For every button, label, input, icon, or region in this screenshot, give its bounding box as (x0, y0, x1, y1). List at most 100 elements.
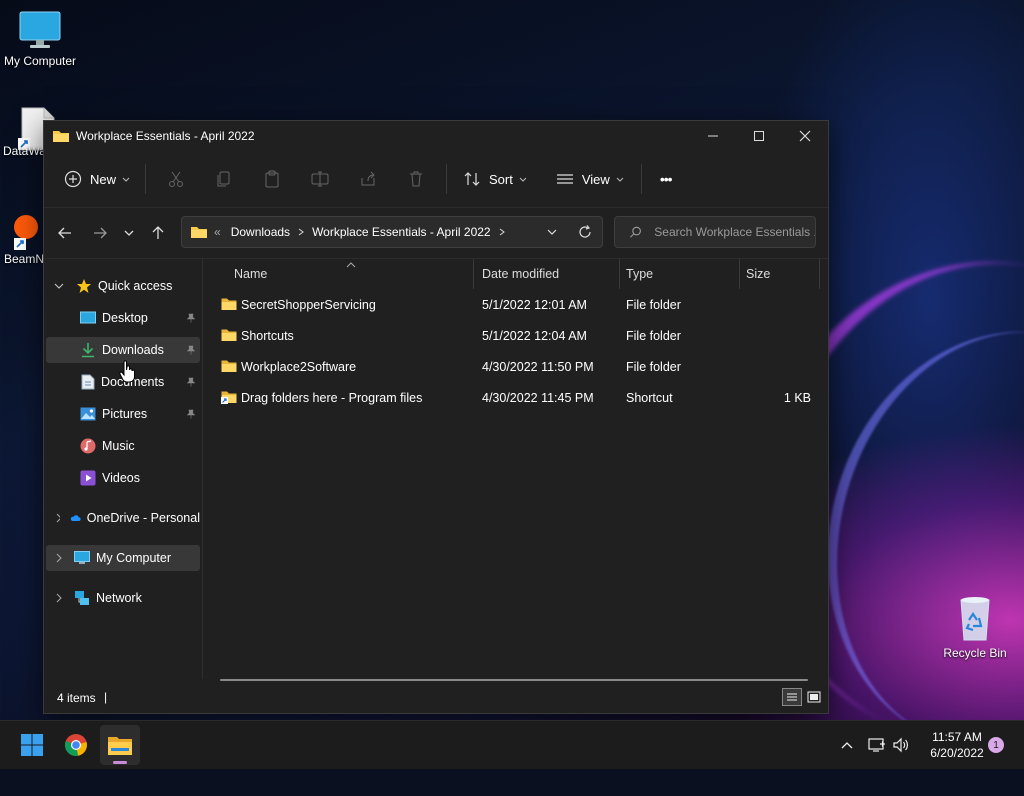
search-box[interactable]: Search Workplace Essentials ... (614, 216, 816, 248)
up-button[interactable] (142, 217, 174, 249)
desktop-icon-recycle-bin[interactable]: Recycle Bin (940, 596, 1010, 660)
desktop-icon-datawa[interactable]: DataWa (0, 106, 55, 158)
column-header-date[interactable]: Date modified (476, 259, 620, 289)
tiles-view-button[interactable] (804, 688, 824, 706)
minimize-button[interactable] (690, 121, 736, 151)
arrow-left-icon (58, 227, 71, 239)
table-row[interactable]: Shortcuts 5/1/2022 12:04 AM File folder (219, 322, 819, 350)
network-status-icon[interactable] (868, 737, 886, 753)
address-bar[interactable]: « Downloads Workplace Essentials - April… (181, 216, 603, 248)
sidebar-item-videos[interactable]: Videos (46, 465, 200, 491)
table-row[interactable]: Drag folders here - Program files 4/30/2… (219, 384, 819, 412)
column-header-name[interactable]: Name (204, 259, 474, 289)
view-button[interactable]: View (548, 161, 633, 197)
table-row[interactable]: SecretShopperServicing 5/1/2022 12:01 AM… (219, 291, 819, 319)
breadcrumb-current[interactable]: Workplace Essentials - April 2022 (312, 225, 491, 239)
new-button[interactable]: New (56, 161, 139, 197)
windows-logo-icon (21, 734, 43, 756)
sidebar-item-quick-access[interactable]: Quick access (46, 273, 200, 299)
breadcrumb-downloads[interactable]: Downloads (231, 225, 290, 239)
sidebar-item-my-computer[interactable]: My Computer (46, 545, 200, 571)
file-name: SecretShopperServicing (241, 298, 376, 312)
clipboard-icon (265, 170, 279, 188)
copy-button[interactable] (200, 161, 248, 197)
chevron-down-icon[interactable] (546, 226, 558, 238)
sort-button[interactable]: Sort (455, 161, 536, 197)
sort-button-label: Sort (489, 171, 513, 187)
file-size: 1 KB (783, 391, 811, 405)
hand-cursor-icon (119, 360, 135, 383)
more-options-button[interactable]: ••• (652, 161, 680, 197)
pin-icon[interactable] (186, 409, 196, 419)
pin-icon[interactable] (186, 345, 196, 355)
details-view-button[interactable] (782, 688, 802, 706)
network-icon (75, 591, 89, 605)
text-caret: | (104, 690, 108, 704)
maximize-button[interactable] (736, 121, 782, 151)
clock-date: 6/20/2022 (930, 746, 984, 760)
column-header-size[interactable]: Size (740, 259, 820, 289)
desktop-icon-my-computer[interactable]: My Computer (2, 10, 78, 68)
folder-shortcut-icon (221, 391, 237, 404)
notification-badge[interactable]: 1 (988, 737, 1004, 753)
table-row[interactable]: Workplace2Software 4/30/2022 11:50 PM Fi… (219, 353, 819, 381)
clock[interactable]: 11:57 AM 6/20/2022 (918, 729, 996, 761)
pin-icon[interactable] (186, 313, 196, 323)
horizontal-scrollbar[interactable] (220, 679, 808, 681)
chevron-up-icon[interactable] (840, 738, 854, 752)
chevron-down-icon (616, 177, 624, 182)
chevron-right-icon (56, 553, 62, 563)
refresh-icon[interactable] (578, 225, 592, 239)
recent-locations-button[interactable] (116, 217, 142, 249)
folder-icon (191, 227, 207, 238)
folder-icon (221, 360, 237, 372)
chrome-taskbar-button[interactable] (56, 725, 96, 765)
monitor-icon (74, 551, 90, 564)
sidebar-item-pictures[interactable]: Pictures (46, 401, 200, 427)
active-app-indicator (113, 761, 127, 764)
sidebar-item-network[interactable]: Network (46, 585, 200, 611)
taskbar: 11:57 AM 6/20/2022 1 (0, 720, 1024, 769)
delete-button[interactable] (392, 161, 440, 197)
window-title: Workplace Essentials - April 2022 (76, 129, 255, 143)
column-header-label: Date modified (482, 267, 560, 281)
breadcrumb-overflow[interactable]: « (214, 225, 221, 239)
folder-icon (221, 329, 237, 341)
sidebar-item-label: Music (102, 439, 135, 453)
cut-button[interactable] (152, 161, 200, 197)
file-explorer-icon (108, 737, 132, 755)
desktop-icon-label: DataWa (3, 144, 46, 158)
title-bar[interactable]: Workplace Essentials - April 2022 (44, 121, 828, 151)
desktop-icon-label: BeamN (4, 252, 45, 266)
sidebar-item-desktop[interactable]: Desktop (46, 305, 200, 331)
toolbar-separator (640, 164, 642, 194)
sidebar-item-label: My Computer (96, 551, 172, 565)
chevron-down-icon (519, 177, 527, 182)
volume-icon[interactable] (892, 737, 910, 753)
column-header-type[interactable]: Type (620, 259, 740, 289)
close-button[interactable] (782, 121, 828, 151)
desktop-icon-beamn[interactable]: BeamN (0, 214, 46, 266)
sort-icon (464, 172, 480, 186)
forward-button[interactable] (84, 217, 116, 249)
back-button[interactable] (49, 217, 81, 249)
music-icon (80, 438, 96, 454)
sidebar-item-label: Desktop (102, 311, 148, 325)
sidebar-item-label: Pictures (102, 407, 148, 421)
items-count: 4 items (57, 691, 96, 705)
monitor-icon (19, 11, 61, 48)
arrow-right-icon (94, 227, 107, 239)
sidebar-item-music[interactable]: Music (46, 433, 200, 459)
cloud-icon (70, 515, 81, 521)
sidebar-item-onedrive[interactable]: OneDrive - Personal (46, 505, 200, 531)
paste-button[interactable] (248, 161, 296, 197)
toolbar-separator (446, 164, 448, 194)
pin-icon[interactable] (186, 377, 196, 387)
file-type: File folder (626, 360, 681, 374)
start-button[interactable] (12, 725, 52, 765)
share-button[interactable] (344, 161, 392, 197)
rename-button[interactable] (296, 161, 344, 197)
file-explorer-taskbar-button[interactable] (100, 725, 140, 765)
pictures-icon (80, 407, 96, 421)
file-name: Workplace2Software (241, 360, 357, 374)
